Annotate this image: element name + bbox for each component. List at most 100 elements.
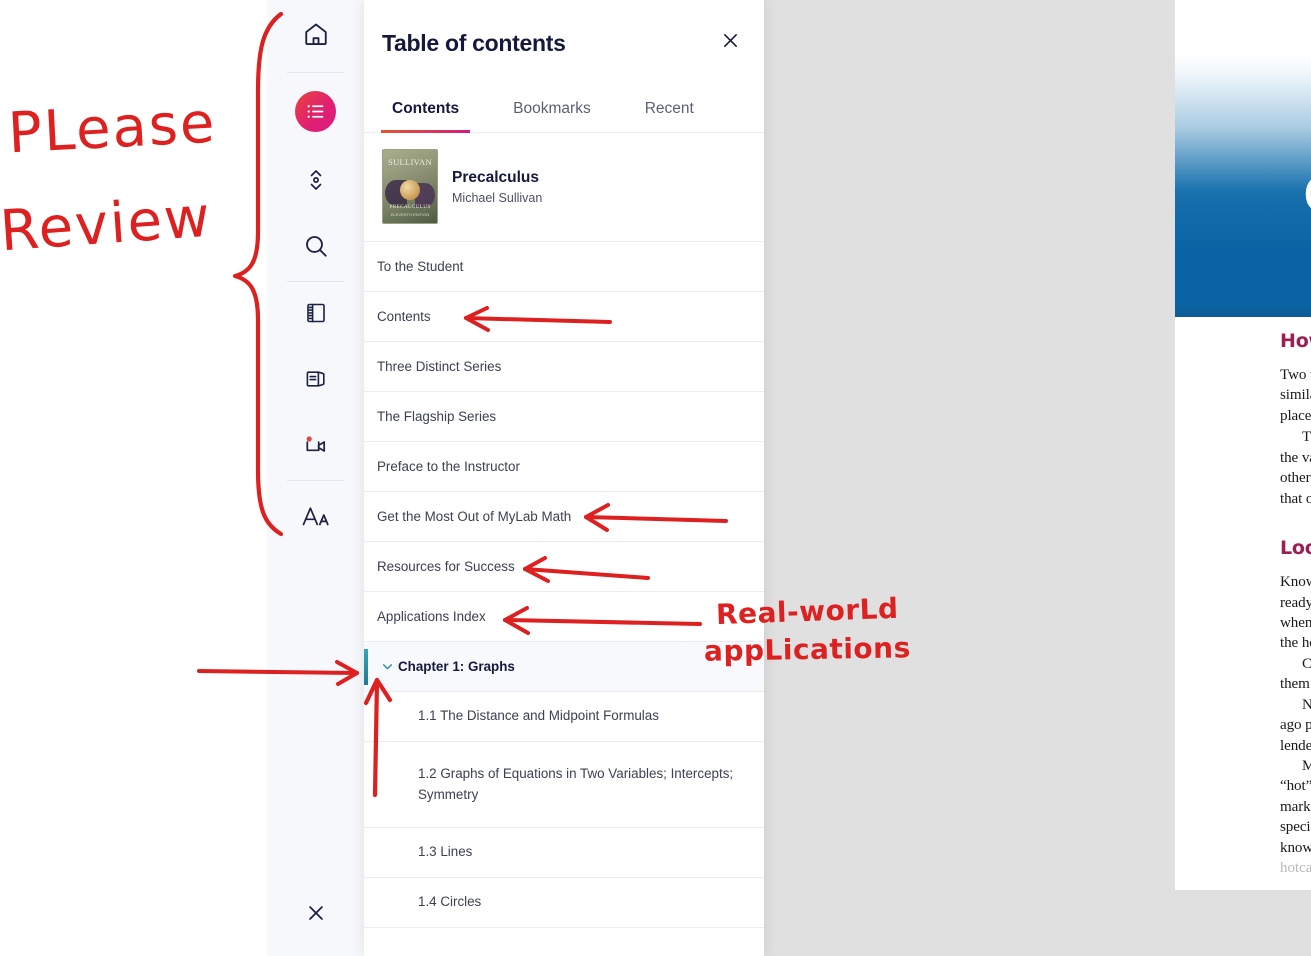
chevron-down-icon[interactable]	[376, 660, 398, 673]
toc-item-section-next[interactable]	[364, 928, 764, 956]
tab-label: Recent	[644, 100, 694, 117]
zestimate-text: The Zestimate	[1302, 429, 1311, 446]
paragraph-line: “hot” or busy market, you’re likely to h…	[1280, 778, 1311, 795]
chapter-banner-title: Graphs	[1303, 167, 1311, 224]
section-heading-how-to-value: How to Value a House	[1280, 330, 1311, 352]
cover-coin	[400, 180, 420, 200]
paragraph-line: Two things to consider in valuing a home…	[1280, 367, 1311, 383]
paragraph-line: the house is worth the loan you’re after…	[1280, 635, 1311, 652]
tab-bookmarks[interactable]: Bookmarks	[490, 86, 614, 132]
toc-item-preface-to-the-instructor[interactable]: Preface to the Instructor	[364, 442, 764, 492]
toc-item-chapter-1-graphs[interactable]: Chapter 1: Graphs	[364, 642, 764, 692]
toc-item-label: 1.1 The Distance and Midpoint Formulas	[418, 708, 659, 724]
book-author: Michael Sullivan	[452, 190, 543, 205]
toc-item-resources-for-success[interactable]: Resources for Success	[364, 542, 764, 592]
paragraph-line-faded: hotcakes, but owners of smaller houses a…	[1280, 860, 1311, 877]
page-navigation-icon	[305, 167, 327, 198]
paragraph-line: Knowing whether an asking price is fair …	[1280, 574, 1311, 591]
paragraph-line: market finding reasonable comps becomes	[1280, 798, 1311, 815]
tool-rail	[267, 0, 364, 956]
notebook-icon	[304, 301, 328, 330]
toc-list: To the Student Contents Three Distinct S…	[364, 242, 764, 956]
paragraph-line: Check on Zillow to see recent sales of	[1302, 655, 1311, 672]
paragraph-line: when your mortgage lender hires an appra…	[1280, 614, 1311, 631]
annotation-please: PLease	[6, 90, 218, 167]
cover-title: SULLIVAN	[388, 157, 432, 167]
close-icon	[305, 902, 327, 929]
rail-item-videos[interactable]	[267, 414, 364, 480]
toc-item-label: 1.2 Graphs of Equations in Two Variables…	[418, 766, 734, 802]
text-size-icon	[301, 503, 331, 536]
toc-item-label: To the Student	[377, 259, 464, 274]
home-icon	[303, 21, 329, 52]
section-heading-looking-at-comps: Looking at “comps”	[1280, 537, 1311, 560]
rail-item-table-of-contents[interactable]	[267, 73, 364, 149]
annotation-review: Review	[0, 184, 214, 265]
rail-item-go-to-page[interactable]	[267, 149, 364, 215]
paragraph-line: Market activity also determines how ea	[1302, 758, 1311, 775]
page-title: Table of contents	[382, 29, 566, 56]
toc-item-section-1-3[interactable]: 1.3 Lines	[364, 828, 764, 878]
book-cover-thumbnail: SULLIVAN PRECALCULUS ELEVENTH EDITION	[382, 149, 438, 224]
document-page: Graphs How to Value a House Two things t…	[1175, 0, 1311, 890]
book-title: Precalculus	[452, 168, 540, 186]
cover-edition: ELEVENTH EDITION	[390, 212, 430, 217]
toc-item-label: Contents	[377, 309, 431, 324]
toc-item-label: 1.3 Lines	[418, 844, 473, 860]
reader-app: Graphs How to Value a House Two things t…	[0, 0, 1311, 956]
toc-item-get-the-most-out-of-mylab-math[interactable]: Get the Most Out of MyLab Math	[364, 492, 764, 542]
toc-item-contents[interactable]: Contents	[364, 292, 764, 342]
toc-item-section-1-1[interactable]: 1.1 The Distance and Midpoint Formulas	[364, 692, 764, 742]
toc-item-label: Preface to the Instructor	[377, 459, 520, 474]
paragraph-line: others in the area, but you then need to…	[1280, 470, 1311, 487]
paragraph-line: Note that “recent sales” usually means w…	[1302, 696, 1311, 713]
toc-item-label: Get the Most Out of MyLab Math	[377, 509, 572, 524]
toc-item-label: Resources for Success	[377, 559, 515, 574]
flashcards-icon	[304, 367, 328, 396]
toc-item-three-distinct-series[interactable]: Three Distinct Series	[364, 342, 764, 392]
toc-header: Table of contents	[364, 0, 764, 86]
document-body: How to Value a House Two things to consi…	[1175, 330, 1311, 879]
rail-item-search[interactable]	[267, 215, 364, 281]
rail-item-home[interactable]	[267, 0, 364, 72]
video-icon	[303, 433, 329, 462]
cover-subtitle: PRECALCULUS	[389, 204, 431, 210]
toc-item-section-1-2[interactable]: 1.2 Graphs of Equations in Two Variables…	[364, 742, 764, 828]
toc-item-label: Three Distinct Series	[377, 359, 502, 374]
toc-tabs: Contents Bookmarks Recent	[364, 86, 764, 133]
chapter-banner: Graphs	[1175, 55, 1311, 317]
rail-item-text-size[interactable]	[267, 481, 364, 557]
paragraph-line: lenders will not accept comps older than…	[1280, 737, 1311, 754]
tab-contents[interactable]: Contents	[369, 86, 482, 133]
toc-item-the-flagship-series[interactable]: The Flagship Series	[364, 392, 764, 442]
paragraph-line: know what’s going on in a given sub-segm…	[1280, 839, 1311, 856]
paragraph-line: that only someone who has seen the house…	[1280, 490, 1311, 507]
paragraph-line: place on the advertised features and ame…	[1280, 407, 1311, 424]
tab-recent[interactable]: Recent	[622, 86, 717, 132]
search-icon	[303, 233, 329, 264]
toc-item-to-the-student[interactable]: To the Student	[364, 242, 764, 292]
close-icon	[720, 30, 741, 56]
toc-item-section-1-4[interactable]: 1.4 Circles	[364, 878, 764, 928]
paragraph-line: ago probably bears little or no relation…	[1280, 717, 1311, 734]
rail-item-notebook[interactable]	[267, 282, 364, 348]
toc-item-label: The Flagship Series	[377, 409, 497, 424]
chapter-accent-bar	[364, 648, 368, 685]
toc-item-label: 1.4 Circles	[418, 894, 482, 910]
table-of-contents-panel: Table of contents Contents Bookmarks Rec…	[364, 0, 764, 956]
close-toc-button[interactable]	[715, 28, 745, 58]
book-summary[interactable]: SULLIVAN PRECALCULUS ELEVENTH EDITION Pr…	[364, 133, 764, 242]
paragraph-line: The Zestimate® home value is a good sta	[1280, 426, 1311, 447]
toc-item-label: Applications Index	[377, 609, 486, 624]
table-of-contents-icon	[295, 90, 336, 132]
paragraph-line: similar nearby homes that have sold rece…	[1280, 387, 1311, 404]
tab-label: Bookmarks	[513, 100, 591, 117]
paragraph-line: the value of a home. It shows you how th…	[1280, 449, 1311, 466]
rail-item-flashcards[interactable]	[267, 348, 364, 414]
toc-item-applications-index[interactable]: Applications Index	[364, 592, 764, 642]
paragraph-line: them out and keep these “comps.” You’ll …	[1280, 676, 1311, 693]
rail-item-close-panel[interactable]	[267, 882, 364, 948]
tab-label: Contents	[392, 100, 460, 117]
paragraph-line: special design features, finding a compa…	[1280, 819, 1311, 836]
toc-item-label: Chapter 1: Graphs	[398, 659, 515, 674]
